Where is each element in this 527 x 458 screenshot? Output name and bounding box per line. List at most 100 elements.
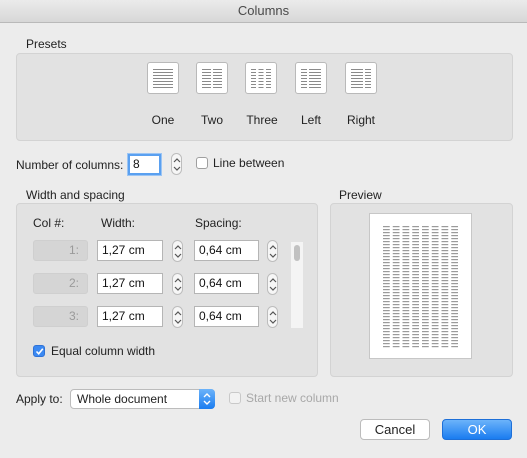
column-3-width-input[interactable]: 1,27 cm — [97, 306, 163, 327]
preview-text-line — [383, 289, 390, 291]
preview-text-line — [392, 229, 400, 231]
preview-text-line — [422, 298, 429, 300]
preview-text-line — [412, 295, 419, 297]
stepper-arrows-icon — [174, 278, 182, 291]
stepper-arrows-icon — [269, 311, 277, 324]
preview-text-line — [422, 229, 429, 231]
preview-text-line — [441, 262, 449, 264]
equal-column-width-checkbox[interactable] — [33, 345, 45, 357]
preview-text-line — [451, 331, 458, 333]
column-1-spacing-stepper[interactable] — [267, 240, 278, 262]
column-number-3: 3: — [33, 306, 88, 327]
preview-text-line — [392, 322, 400, 324]
preview-text-line — [383, 277, 390, 279]
column-2-width-input[interactable]: 1,27 cm — [97, 273, 163, 294]
column-2-width-stepper[interactable] — [172, 273, 183, 295]
preview-text-line — [383, 316, 390, 318]
preview-text-line — [412, 313, 419, 315]
spacing-header: Spacing: — [195, 216, 242, 230]
preview-text-line — [402, 232, 410, 234]
number-of-columns-input[interactable]: 8 — [128, 154, 161, 175]
preview-text-line — [441, 229, 449, 231]
preview-text-line — [422, 325, 429, 327]
preview-text-line — [441, 298, 449, 300]
preview-text-line — [412, 274, 419, 276]
preset-two-button[interactable] — [196, 62, 228, 94]
preview-text-line — [383, 319, 390, 321]
preview-text-line — [392, 313, 400, 315]
preview-text-line — [441, 322, 449, 324]
column-3-spacing-input[interactable]: 0,64 cm — [194, 306, 259, 327]
preview-text-line — [412, 340, 419, 342]
preview-text-line — [431, 229, 439, 231]
preview-text-line — [392, 316, 400, 318]
preview-text-line — [431, 319, 439, 321]
preview-text-line — [402, 241, 410, 243]
column-1-width-input[interactable]: 1,27 cm — [97, 240, 163, 261]
apply-to-select[interactable]: Whole document — [70, 389, 215, 409]
preview-text-line — [431, 295, 439, 297]
preview-text-line — [422, 307, 429, 309]
preview-text-line — [412, 277, 419, 279]
preview-text-line — [412, 283, 419, 285]
stepper-arrows-icon — [174, 245, 182, 258]
preview-text-line — [451, 238, 458, 240]
preview-text-line — [383, 256, 390, 258]
ok-button[interactable]: OK — [442, 419, 512, 440]
preview-text-line — [392, 241, 400, 243]
preset-one-button[interactable] — [147, 62, 179, 94]
number-of-columns-stepper[interactable] — [171, 153, 182, 175]
preset-left-button[interactable] — [295, 62, 327, 94]
preview-text-line — [412, 292, 419, 294]
column-layout-preview — [383, 226, 458, 348]
preset-three-button[interactable] — [245, 62, 277, 94]
preview-text-line — [392, 283, 400, 285]
preview-text-line — [392, 244, 400, 246]
preview-text-line — [451, 298, 458, 300]
preview-text-line — [383, 265, 390, 267]
preview-text-line — [441, 286, 449, 288]
preview-text-line — [451, 307, 458, 309]
preview-text-line — [412, 238, 419, 240]
preview-text-line — [383, 325, 390, 327]
preview-text-line — [431, 235, 439, 237]
line-between-checkbox[interactable] — [196, 157, 208, 169]
presets-group-label: Presets — [26, 37, 67, 51]
column-2-spacing-stepper[interactable] — [267, 273, 278, 295]
left-column-icon — [301, 69, 321, 88]
preview-text-line — [412, 262, 419, 264]
start-new-column-checkbox[interactable] — [229, 392, 241, 404]
preview-text-line — [412, 250, 419, 252]
preview-text-line — [451, 286, 458, 288]
preview-text-line — [392, 253, 400, 255]
preview-text-line — [451, 346, 458, 348]
preview-text-line — [451, 283, 458, 285]
preview-text-line — [412, 316, 419, 318]
columns-scrollbar[interactable] — [290, 242, 303, 328]
preview-text-line — [402, 265, 410, 267]
preview-text-line — [422, 322, 429, 324]
column-1-spacing-input[interactable]: 0,64 cm — [194, 240, 259, 261]
preview-text-line — [383, 304, 390, 306]
column-2-spacing-input[interactable]: 0,64 cm — [194, 273, 259, 294]
preview-text-line — [392, 334, 400, 336]
preview-text-line — [431, 277, 439, 279]
column-3-spacing-stepper[interactable] — [267, 306, 278, 328]
preview-text-line — [441, 283, 449, 285]
stepper-arrows-icon — [269, 278, 277, 291]
scrollbar-thumb[interactable] — [294, 245, 300, 261]
cancel-button[interactable]: Cancel — [360, 419, 430, 440]
preview-text-line — [451, 262, 458, 264]
preview-text-line — [392, 271, 400, 273]
preset-right-button[interactable] — [345, 62, 377, 94]
preview-text-line — [451, 340, 458, 342]
preview-text-line — [392, 259, 400, 261]
column-3-width-stepper[interactable] — [172, 306, 183, 328]
preview-text-line — [441, 316, 449, 318]
preview-text-line — [422, 334, 429, 336]
two-columns-icon — [202, 69, 222, 88]
preview-text-line — [451, 343, 458, 345]
preview-text-line — [451, 268, 458, 270]
preview-text-line — [412, 226, 419, 228]
column-1-width-stepper[interactable] — [172, 240, 183, 262]
